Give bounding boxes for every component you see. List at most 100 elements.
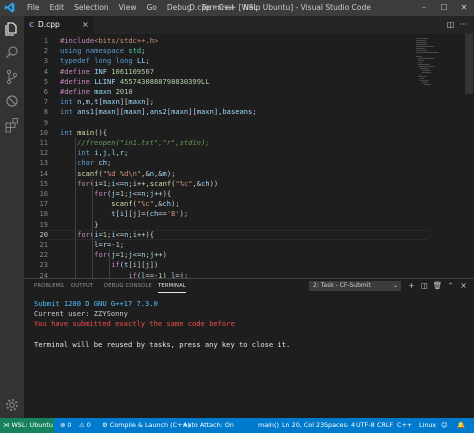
maximize-button[interactable]: ☐ xyxy=(434,0,454,16)
extensions-icon[interactable] xyxy=(3,116,21,134)
code-editor[interactable]: 1 2 3 4 5 6 7 8 9 10 11 12 13 14 15 16 17 18 19 20 21 22 23 24 … xyxy=(24,34,474,278)
cursor-position[interactable]: Ln 20, Col 23 xyxy=(282,418,324,433)
tab-d-cpp[interactable]: C D.cpp × xyxy=(24,16,94,34)
editor-actions: ◫ ··· xyxy=(444,16,470,34)
source-control-icon[interactable] xyxy=(3,68,21,86)
minimize-button[interactable]: – xyxy=(414,0,434,16)
terminal-line: Current user: ZZYSonny xyxy=(34,309,128,319)
tab-close-icon[interactable]: × xyxy=(82,16,89,34)
end-of-line[interactable]: CRLF xyxy=(377,418,393,433)
chevron-down-icon: ⌄ xyxy=(392,282,398,289)
line-number: 17 xyxy=(39,199,48,209)
menu-edit[interactable]: Edit xyxy=(45,0,70,16)
tab-output[interactable]: OUTPUT xyxy=(71,279,93,293)
terminal-line: Terminal will be reused by tasks, press … xyxy=(34,339,291,349)
code-line[interactable]: scanf("%d %d\n",&n,&m); xyxy=(60,169,175,179)
code-area[interactable]: #include<bits/stdc++.h> using namespace s… xyxy=(60,34,414,278)
launch-config[interactable]: ⚙ Compile & Launch (C++) xyxy=(102,418,190,433)
code-line[interactable]: char ch; xyxy=(60,158,111,168)
line-number: 9 xyxy=(43,117,48,127)
line-number: 16 xyxy=(39,189,48,198)
code-line[interactable]: scanf("%c",&ch); xyxy=(60,199,179,209)
encoding[interactable]: UTF-8 xyxy=(356,418,375,433)
code-line[interactable]: if(l==-1) l=j; xyxy=(60,271,188,278)
line-number: 7 xyxy=(43,97,48,107)
indent-guide xyxy=(92,229,94,278)
line-number: 22 xyxy=(39,250,48,260)
code-line[interactable]: int main(){ xyxy=(60,128,107,138)
more-actions-icon[interactable]: ··· xyxy=(457,16,470,34)
code-line[interactable]: int i,j,l,r; xyxy=(60,148,128,158)
title-bar: File Edit Selection View Go Debug Termin… xyxy=(0,0,474,16)
code-line[interactable]: typedef long long LL; xyxy=(60,56,150,66)
code-line[interactable]: //freopen("in1.txt","r",stdin); xyxy=(60,138,209,148)
files-icon[interactable] xyxy=(3,20,21,38)
editor-scrollbar[interactable] xyxy=(464,34,474,278)
code-line[interactable]: for(i=1;i<=n;i++,scanf("%c",&ch)) xyxy=(60,179,218,189)
code-line[interactable]: for(j=1;j<=n;j++){ xyxy=(60,189,171,199)
warning-count: 0 xyxy=(86,421,91,429)
auto-attach[interactable]: Auto Attach: On xyxy=(183,418,234,433)
remote-indicator[interactable]: ⋊ WSL: Ubuntu xyxy=(0,418,54,433)
line-number: 12 xyxy=(39,148,48,158)
line-number: 1 xyxy=(43,36,48,45)
code-line[interactable]: t[i][j]=(ch=='B'); xyxy=(60,209,188,219)
code-line[interactable]: using namespace std; xyxy=(60,46,145,56)
minimap-line xyxy=(424,84,431,86)
terminal-select[interactable]: 2: Task - CF-Submit ⌄ xyxy=(309,281,401,291)
remote-label: WSL: Ubuntu xyxy=(11,421,53,429)
terminal-select-value: 2: Task - CF-Submit xyxy=(313,282,371,289)
minimap[interactable] xyxy=(416,34,462,278)
line-number: 20 xyxy=(39,229,48,239)
indentation[interactable]: Spaces: 4 xyxy=(324,418,355,433)
function-context[interactable]: main() xyxy=(258,418,279,433)
code-line[interactable]: int ans1[maxn][maxn],ans2[maxn][maxn],ba… xyxy=(60,107,257,117)
tab-problems[interactable]: PROBLEMS xyxy=(34,279,64,293)
language-mode[interactable]: C++ xyxy=(397,418,412,433)
tab-terminal[interactable]: TERMINAL xyxy=(158,279,186,293)
warnings-indicator[interactable]: ⚠ 0 xyxy=(79,418,91,433)
terminal-line: You have submitted exactly the same code… xyxy=(34,319,235,329)
window-controls: – ☐ ✕ xyxy=(414,0,474,16)
indent-guide xyxy=(92,178,94,230)
os-indicator[interactable]: Linux xyxy=(419,418,436,433)
terminal-output[interactable]: Submit 1200 D GNU G++17 7.3.0 Current use… xyxy=(34,299,464,409)
menu-view[interactable]: View xyxy=(114,0,142,16)
line-number: 14 xyxy=(39,168,48,178)
line-number: 4 xyxy=(43,66,48,76)
notifications-icon[interactable]: 🔔 xyxy=(457,418,465,433)
code-line[interactable]: #define maxn 2010 xyxy=(60,87,133,97)
warning-icon: ⚠ xyxy=(79,421,87,429)
split-icon[interactable]: ◫ xyxy=(418,279,431,293)
launch-label: Compile & Launch (C++) xyxy=(109,421,191,429)
code-line[interactable]: #include<bits/stdc++.h> xyxy=(60,36,158,46)
search-icon[interactable] xyxy=(3,44,21,62)
vscode-logo-icon xyxy=(4,2,15,13)
menu-file[interactable]: File xyxy=(22,0,45,16)
code-line[interactable]: #define LLINF 4557430888798830399LL xyxy=(60,77,210,87)
close-window-button[interactable]: ✕ xyxy=(454,0,474,16)
debug-icon[interactable] xyxy=(3,92,21,110)
play-icon: ⚙ xyxy=(102,421,110,429)
tab-debug-console[interactable]: DEBUG CONSOLE xyxy=(104,279,152,293)
feedback-icon[interactable]: ☺ xyxy=(441,418,448,433)
split-editor-icon[interactable]: ◫ xyxy=(444,16,457,34)
chevron-up-icon[interactable]: ⌃ xyxy=(444,279,457,293)
plus-icon[interactable]: + xyxy=(405,279,418,293)
code-line[interactable]: int n,m,t[maxn][maxn]; xyxy=(60,97,154,107)
line-number: 11 xyxy=(39,138,48,147)
window-title: D.cpp - C++ [WSL: Ubuntu] - Visual Studi… xyxy=(189,3,371,12)
code-line[interactable]: #define INF 1061109567 xyxy=(60,67,154,77)
bottom-panel: PROBLEMS OUTPUT DEBUG CONSOLE TERMINAL 2… xyxy=(24,278,474,418)
menu-selection[interactable]: Selection xyxy=(69,0,114,16)
line-number: 23 xyxy=(39,260,48,270)
line-number: 5 xyxy=(43,76,48,86)
activity-bar xyxy=(0,16,24,418)
terminal-line: Submit 1200 D GNU G++17 7.3.0 xyxy=(34,299,158,308)
scrollbar-thumb[interactable] xyxy=(465,34,473,94)
settings-gear-icon[interactable] xyxy=(3,396,21,414)
errors-indicator[interactable]: ⊗ 0 xyxy=(60,418,71,433)
indent-guide xyxy=(75,138,77,278)
close-panel-icon[interactable]: × xyxy=(457,279,470,293)
trash-icon[interactable]: 🗑 xyxy=(431,279,444,293)
